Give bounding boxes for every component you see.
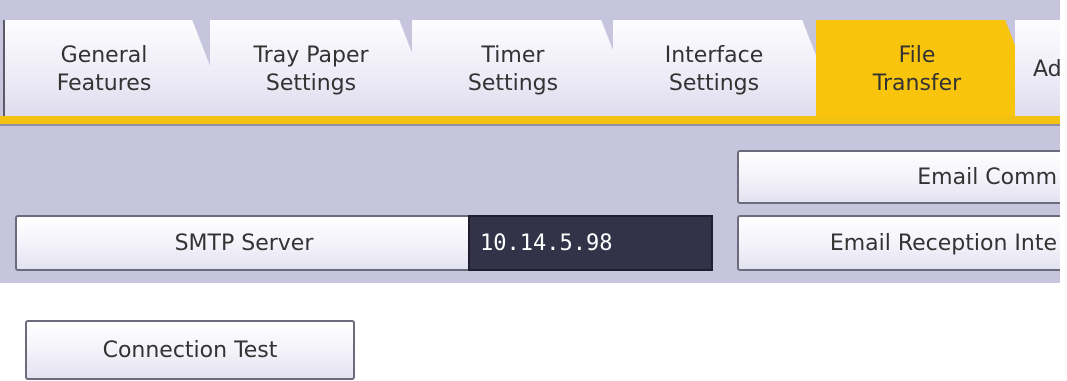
tab-tray-paper-settings[interactable]: Tray Paper Settings: [210, 20, 438, 120]
tab-interface-settings[interactable]: Interface Settings: [613, 20, 841, 120]
email-reception-interval-button[interactable]: Email Reception Inte: [737, 215, 1060, 271]
tab-adr[interactable]: Adr: [1015, 20, 1060, 120]
tab-general-features[interactable]: General Features: [3, 20, 231, 120]
tab-label-line1: Interface: [664, 43, 764, 68]
tab-label-line2: Settings: [265, 71, 357, 96]
settings-panel: General Features Tray Paper Settings Timer…: [0, 0, 1060, 283]
tab-file-transfer[interactable]: File Transfer: [816, 20, 1044, 120]
tab-label-line1: File: [898, 43, 936, 68]
tab-label-line1: Timer: [481, 43, 545, 68]
tab-label-line1: Adr: [1033, 57, 1060, 82]
tab-divider: [3, 20, 5, 120]
tab-label-line2: Settings: [668, 71, 760, 96]
email-reception-label: Email Reception Inte: [829, 230, 1057, 256]
tab-label-line1: Tray Paper: [253, 43, 369, 68]
tab-timer-settings[interactable]: Timer Settings: [412, 20, 640, 120]
smtp-server-value: 10.14.5.98: [468, 215, 713, 271]
connection-test-button[interactable]: Connection Test: [25, 320, 355, 380]
tab-label-line2: Transfer: [872, 71, 962, 96]
active-tab-underline: [0, 116, 1060, 126]
tab-label-line2: Features: [56, 71, 152, 96]
tab-label-line1: General: [60, 43, 148, 68]
email-comm-label: Email Comm: [917, 164, 1057, 190]
tab-label-line2: Settings: [467, 71, 559, 96]
smtp-server-label: SMTP Server: [174, 230, 314, 256]
connection-test-label: Connection Test: [102, 337, 278, 363]
smtp-server-value-text: 10.14.5.98: [480, 230, 613, 256]
email-communication-button[interactable]: Email Comm: [737, 150, 1060, 204]
smtp-server-button[interactable]: SMTP Server: [15, 215, 473, 271]
